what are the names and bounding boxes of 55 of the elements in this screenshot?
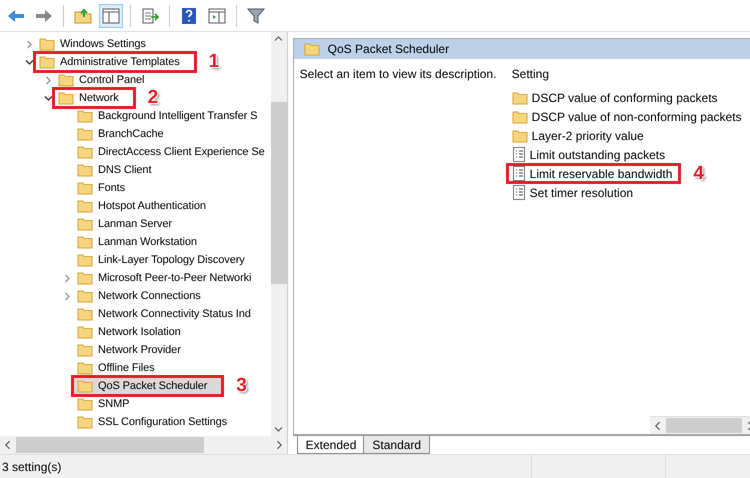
horizontal-scrollbar[interactable] [0,436,287,454]
view-tab[interactable]: Extended [296,436,366,454]
folder-icon [77,181,93,195]
folder-icon [77,271,93,285]
policy-document-icon [512,147,526,162]
setting-item[interactable]: DSCP value of non-conforming packets [506,106,748,126]
expanded-chevron-icon[interactable] [24,58,34,66]
back-arrow-icon [7,8,25,22]
column-header[interactable]: Setting [512,67,550,81]
setting-item[interactable]: DSCP value of conforming packets [506,88,724,108]
folder-icon [77,253,93,267]
folder-icon [77,235,93,249]
view-tab[interactable]: Standard [363,436,430,454]
status-text: 3 setting(s) [1,460,62,474]
folder-icon [77,163,93,177]
folder-icon [77,307,93,321]
setting-item[interactable]: Limit reservable bandwidth [506,163,682,184]
folder-icon [58,91,74,105]
folder-icon [512,90,528,104]
callout-number: 3 [236,375,247,397]
folder-icon [77,379,93,393]
folder-icon [58,73,74,87]
description-text: Select an item to view its description. [300,67,496,81]
collapsed-chevron-icon[interactable] [24,40,34,48]
folder-icon [77,127,93,141]
folder-icon [77,289,93,303]
tree-item[interactable]: Administrative Templates [33,51,197,73]
console-tree-button[interactable] [99,4,123,28]
pane-title: QoS Packet Scheduler [328,42,450,56]
folder-icon [304,42,320,56]
setting-item[interactable]: Layer-2 priority value [506,126,650,146]
vertical-scrollbar[interactable] [270,32,287,436]
folder-icon [39,37,55,51]
policy-document-icon [512,166,526,181]
forward-arrow-icon [35,8,53,22]
folder-icon [77,415,93,429]
collapsed-chevron-icon[interactable] [44,76,52,84]
folder-icon [77,217,93,231]
folder-icon [77,325,93,339]
setting-item[interactable]: Limit outstanding packets [506,144,672,165]
callout-number: 4 [693,162,704,184]
policy-document-icon [512,185,526,200]
folder-icon [512,128,528,142]
folder-icon [77,109,93,123]
callout-number: 1 [208,51,220,73]
folder-icon [39,55,55,69]
folder-icon [512,110,528,124]
folder-icon [77,199,93,213]
tree-item[interactable]: Network [52,87,136,109]
folder-icon [77,343,93,357]
folder-icon [77,145,93,159]
setting-item[interactable]: Set timer resolution [506,182,640,203]
tree-item[interactable]: QoS Packet Scheduler [71,375,224,397]
expanded-chevron-icon[interactable] [44,94,52,102]
horizontal-scrollbar[interactable] [650,416,750,434]
